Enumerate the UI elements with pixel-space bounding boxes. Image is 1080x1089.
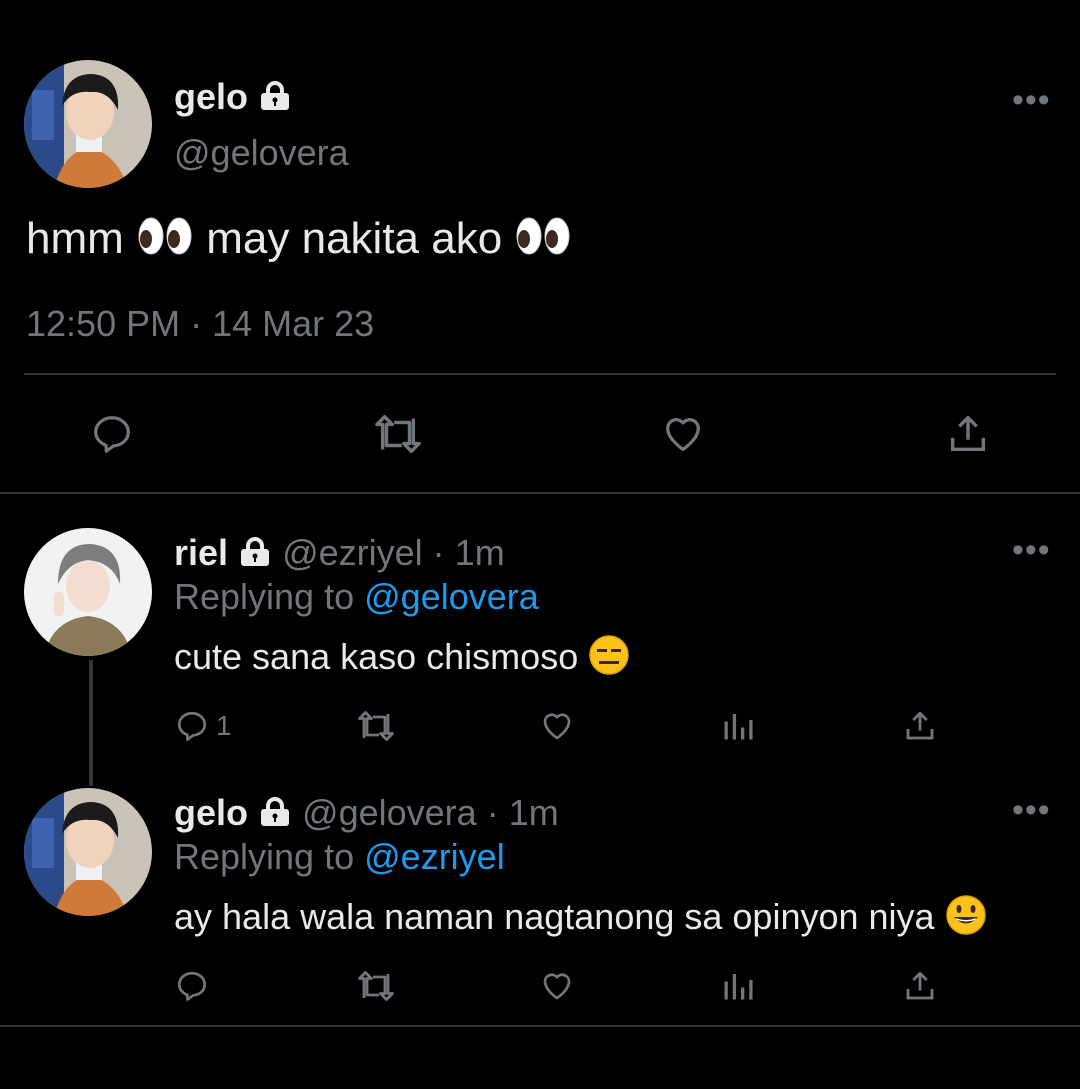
relative-time[interactable]: 1m bbox=[509, 792, 559, 833]
tweet-text-middle: may nakita ako bbox=[206, 214, 503, 263]
display-name[interactable]: gelo bbox=[174, 792, 248, 833]
replying-to-handle[interactable]: @gelovera bbox=[364, 576, 539, 617]
like-icon[interactable] bbox=[658, 410, 708, 458]
retweet-icon[interactable] bbox=[352, 706, 400, 746]
reply-button[interactable]: 1 bbox=[174, 706, 244, 746]
replying-to-label: Replying to bbox=[174, 576, 355, 617]
more-options-icon[interactable]: ••• bbox=[1012, 533, 1051, 567]
share-icon[interactable] bbox=[900, 706, 940, 746]
retweet-icon[interactable] bbox=[352, 966, 400, 1006]
share-icon[interactable] bbox=[900, 966, 940, 1006]
like-icon[interactable] bbox=[536, 966, 578, 1006]
divider bbox=[0, 1025, 1080, 1027]
reply-icon[interactable] bbox=[174, 966, 214, 1006]
timestamp[interactable]: 12:50 PM · 14 Mar 23 bbox=[26, 303, 374, 345]
handle[interactable]: @ezriyel bbox=[282, 532, 423, 573]
reply-text-content: cute sana kaso chismoso bbox=[174, 636, 579, 678]
eyes-emoji-icon bbox=[514, 215, 572, 268]
reply-header: gelo @gelovera · 1m bbox=[174, 792, 559, 836]
avatar-gelo[interactable] bbox=[24, 60, 152, 188]
lock-icon bbox=[258, 794, 292, 836]
reply-icon[interactable] bbox=[88, 410, 136, 458]
reply-text-content: ay hala wala naman nagtanong sa opinyon … bbox=[174, 896, 935, 938]
reply-icon bbox=[177, 711, 207, 741]
eyes-emoji-icon bbox=[136, 215, 194, 268]
expressionless-face-emoji-icon bbox=[588, 634, 630, 685]
replying-to-handle[interactable]: @ezriyel bbox=[364, 836, 505, 877]
tweet-text: hmm may nakita ako bbox=[26, 214, 572, 268]
grinning-face-emoji-icon bbox=[945, 894, 987, 945]
separator: · bbox=[486, 792, 499, 833]
tweet-text-start: hmm bbox=[26, 214, 124, 263]
lock-icon bbox=[258, 78, 292, 120]
more-options-icon[interactable]: ••• bbox=[1012, 793, 1051, 827]
reply-text: ay hala wala naman nagtanong sa opinyon … bbox=[174, 894, 987, 945]
divider bbox=[0, 492, 1080, 494]
reply-text: cute sana kaso chismoso bbox=[174, 634, 630, 685]
share-icon[interactable] bbox=[944, 410, 992, 458]
main-display-name-row: gelo bbox=[174, 76, 292, 120]
display-name[interactable]: riel bbox=[174, 532, 228, 573]
replying-to-label: Replying to bbox=[174, 836, 355, 877]
divider bbox=[24, 373, 1056, 375]
relative-time[interactable]: 1m bbox=[455, 532, 505, 573]
handle[interactable]: @gelovera bbox=[174, 132, 349, 174]
separator: · bbox=[432, 532, 445, 573]
lock-icon bbox=[238, 534, 272, 576]
replying-to: Replying to @ezriyel bbox=[174, 836, 505, 878]
analytics-icon[interactable] bbox=[718, 706, 758, 746]
handle[interactable]: @gelovera bbox=[302, 792, 477, 833]
replying-to: Replying to @gelovera bbox=[174, 576, 539, 618]
avatar-riel[interactable] bbox=[24, 528, 152, 656]
reply-header: riel @ezriyel · 1m bbox=[174, 532, 505, 576]
like-icon[interactable] bbox=[536, 706, 578, 746]
more-options-icon[interactable]: ••• bbox=[1012, 83, 1051, 117]
thread-line bbox=[89, 660, 93, 786]
retweet-icon[interactable] bbox=[370, 410, 426, 458]
avatar-gelo[interactable] bbox=[24, 788, 152, 916]
analytics-icon[interactable] bbox=[718, 966, 758, 1006]
display-name[interactable]: gelo bbox=[174, 76, 248, 117]
reply-count: 1 bbox=[216, 710, 232, 741]
